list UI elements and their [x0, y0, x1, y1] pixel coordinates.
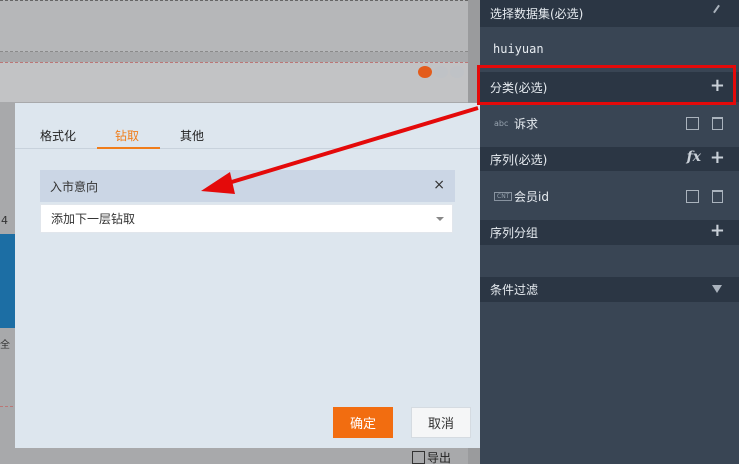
- tab-other[interactable]: 其他: [180, 127, 204, 144]
- dataset-section-header: 选择数据集(必选): [480, 0, 739, 27]
- drill-level-item[interactable]: 入市意向 ×: [40, 170, 455, 202]
- confirm-button[interactable]: 确定: [333, 407, 393, 438]
- caret-down-icon: [436, 217, 444, 221]
- filter-funnel-icon[interactable]: [712, 285, 722, 293]
- dataset-section-title: 选择数据集(必选): [490, 7, 584, 21]
- active-tab-indicator: [97, 147, 160, 149]
- drill-config-dialog: 格式化 钻取 其他 入市意向 × 添加下一层钻取 确定 取消: [15, 103, 480, 448]
- cancel-button[interactable]: 取消: [411, 407, 471, 438]
- add-series-group-plus-icon[interactable]: +: [710, 222, 725, 240]
- calculated-field-fx-icon[interactable]: fx: [687, 149, 701, 165]
- chart-bar: [0, 234, 15, 328]
- drill-level-label: 入市意向: [50, 179, 99, 194]
- tab-format[interactable]: 格式化: [40, 127, 76, 144]
- canvas-axis-number: 4: [1, 214, 8, 227]
- export-button[interactable]: 导出: [412, 449, 451, 464]
- dataset-value-row[interactable]: huiyuan: [480, 34, 739, 64]
- tab-drill[interactable]: 钻取: [115, 127, 139, 144]
- series-group-section-title: 序列分组: [490, 226, 539, 240]
- series-section-header: 序列(必选) fx +: [480, 147, 739, 171]
- edit-field-icon[interactable]: [686, 116, 699, 130]
- series-group-section-header: 序列分组 +: [480, 220, 739, 245]
- count-type-icon: CNT: [494, 191, 513, 201]
- widget-settings-icon[interactable]: [418, 66, 432, 78]
- widget-copy-icon[interactable]: [434, 66, 448, 78]
- series-section-title: 序列(必选): [490, 152, 548, 167]
- category-field-label: 诉求: [514, 116, 539, 131]
- highlight-box: [477, 65, 736, 105]
- remove-drill-level-close-icon[interactable]: ×: [433, 178, 445, 192]
- add-drill-level-placeholder: 添加下一层钻取: [51, 212, 136, 226]
- edit-field-icon[interactable]: [686, 189, 699, 203]
- canvas-label: 全: [0, 340, 10, 351]
- delete-field-trash-icon[interactable]: [712, 189, 723, 203]
- text-type-icon: abc: [494, 118, 509, 128]
- series-field-label: 会员id: [514, 189, 549, 204]
- chart-widget-header: [0, 62, 468, 102]
- filter-section-title: 条件过滤: [490, 283, 539, 297]
- export-label: 导出: [427, 451, 452, 464]
- dataset-name: huiyuan: [493, 42, 544, 56]
- canvas-top-strip: [0, 0, 468, 52]
- series-field-row[interactable]: CNT 会员id: [480, 178, 739, 214]
- export-icon: [412, 451, 425, 464]
- widget-close-icon[interactable]: [450, 66, 464, 78]
- delete-field-trash-icon[interactable]: [712, 116, 723, 130]
- edit-dataset-pencil-icon[interactable]: [713, 4, 720, 14]
- filter-section-header: 条件过滤: [480, 277, 739, 302]
- widget-toolbar: [418, 66, 464, 78]
- add-drill-level-select[interactable]: 添加下一层钻取: [40, 204, 453, 233]
- dialog-tabs: 格式化 钻取 其他: [15, 121, 480, 149]
- add-series-plus-icon[interactable]: +: [710, 149, 725, 167]
- category-field-row[interactable]: abc 诉求: [480, 105, 739, 141]
